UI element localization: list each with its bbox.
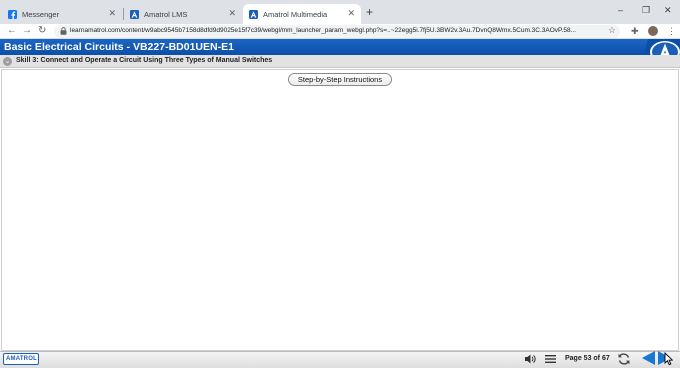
lock-icon [60, 27, 67, 35]
replay-icon[interactable] [617, 352, 631, 366]
bookmark-star-icon[interactable]: ☆ [608, 25, 616, 36]
new-tab-icon[interactable]: + [366, 6, 373, 18]
url-text: learnamatrol.com/content/w9abc9545b7158d… [70, 27, 576, 34]
previous-page-arrow-icon[interactable] [641, 350, 656, 366]
profile-avatar[interactable] [648, 26, 658, 36]
back-icon[interactable]: ← [7, 25, 17, 37]
browser-menu-icon[interactable]: ⋮ [667, 25, 676, 37]
footer-logo-text: AMATROL [6, 356, 37, 362]
volume-icon[interactable] [524, 353, 537, 365]
restore-icon[interactable]: ❐ [642, 5, 650, 15]
menu-icon[interactable] [545, 354, 556, 364]
minimize-icon[interactable]: – [618, 5, 623, 15]
messenger-icon [8, 9, 17, 19]
footer-amatrol-logo: AMATROL [3, 353, 39, 365]
content-area [1, 69, 679, 351]
close-window-icon[interactable]: ✕ [664, 5, 672, 15]
tab-amatrol-lms[interactable]: Amatrol LMS ✕ [124, 4, 242, 24]
close-tab-icon[interactable]: ✕ [347, 9, 355, 18]
course-title: Basic Electrical Circuits - VB227-BD01UE… [4, 41, 234, 53]
skill-header: ⌄ Skill 3: Connect and Operate a Circuit… [0, 55, 680, 68]
mouse-pointer-icon [664, 352, 673, 366]
app-header: Basic Electrical Circuits - VB227-BD01UE… [0, 39, 680, 55]
tab-title: Amatrol Multimedia [263, 9, 328, 19]
close-tab-icon[interactable]: ✕ [228, 9, 236, 18]
amatrol-icon [130, 9, 139, 19]
page-indicator: Page 53 of 67 [565, 355, 610, 362]
tab-amatrol-multimedia[interactable]: Amatrol Multimedia ✕ [243, 4, 361, 24]
tab-messenger[interactable]: Messenger ✕ [2, 4, 122, 24]
browser-toolbar: ← → ↻ learnamatrol.com/content/w9abc9545… [0, 24, 680, 39]
step-by-step-instructions-button[interactable]: Step-by-Step Instructions [288, 73, 392, 86]
collapse-chevron-icon[interactable]: ⌄ [3, 57, 12, 66]
extensions-puzzle-icon[interactable]: ✚ [631, 25, 639, 37]
reload-icon[interactable]: ↻ [38, 25, 46, 37]
forward-icon[interactable]: → [22, 25, 32, 37]
tab-title: Amatrol LMS [144, 9, 188, 19]
amatrol-icon [249, 9, 258, 19]
close-tab-icon[interactable]: ✕ [108, 9, 116, 18]
tab-title: Messenger [22, 9, 60, 19]
browser-tab-strip: Messenger ✕ Amatrol LMS ✕ Amatrol Multim… [0, 0, 680, 24]
address-bar[interactable]: learnamatrol.com/content/w9abc9545b7158d… [54, 25, 620, 38]
skill-title: Skill 3: Connect and Operate a Circuit U… [16, 57, 273, 64]
